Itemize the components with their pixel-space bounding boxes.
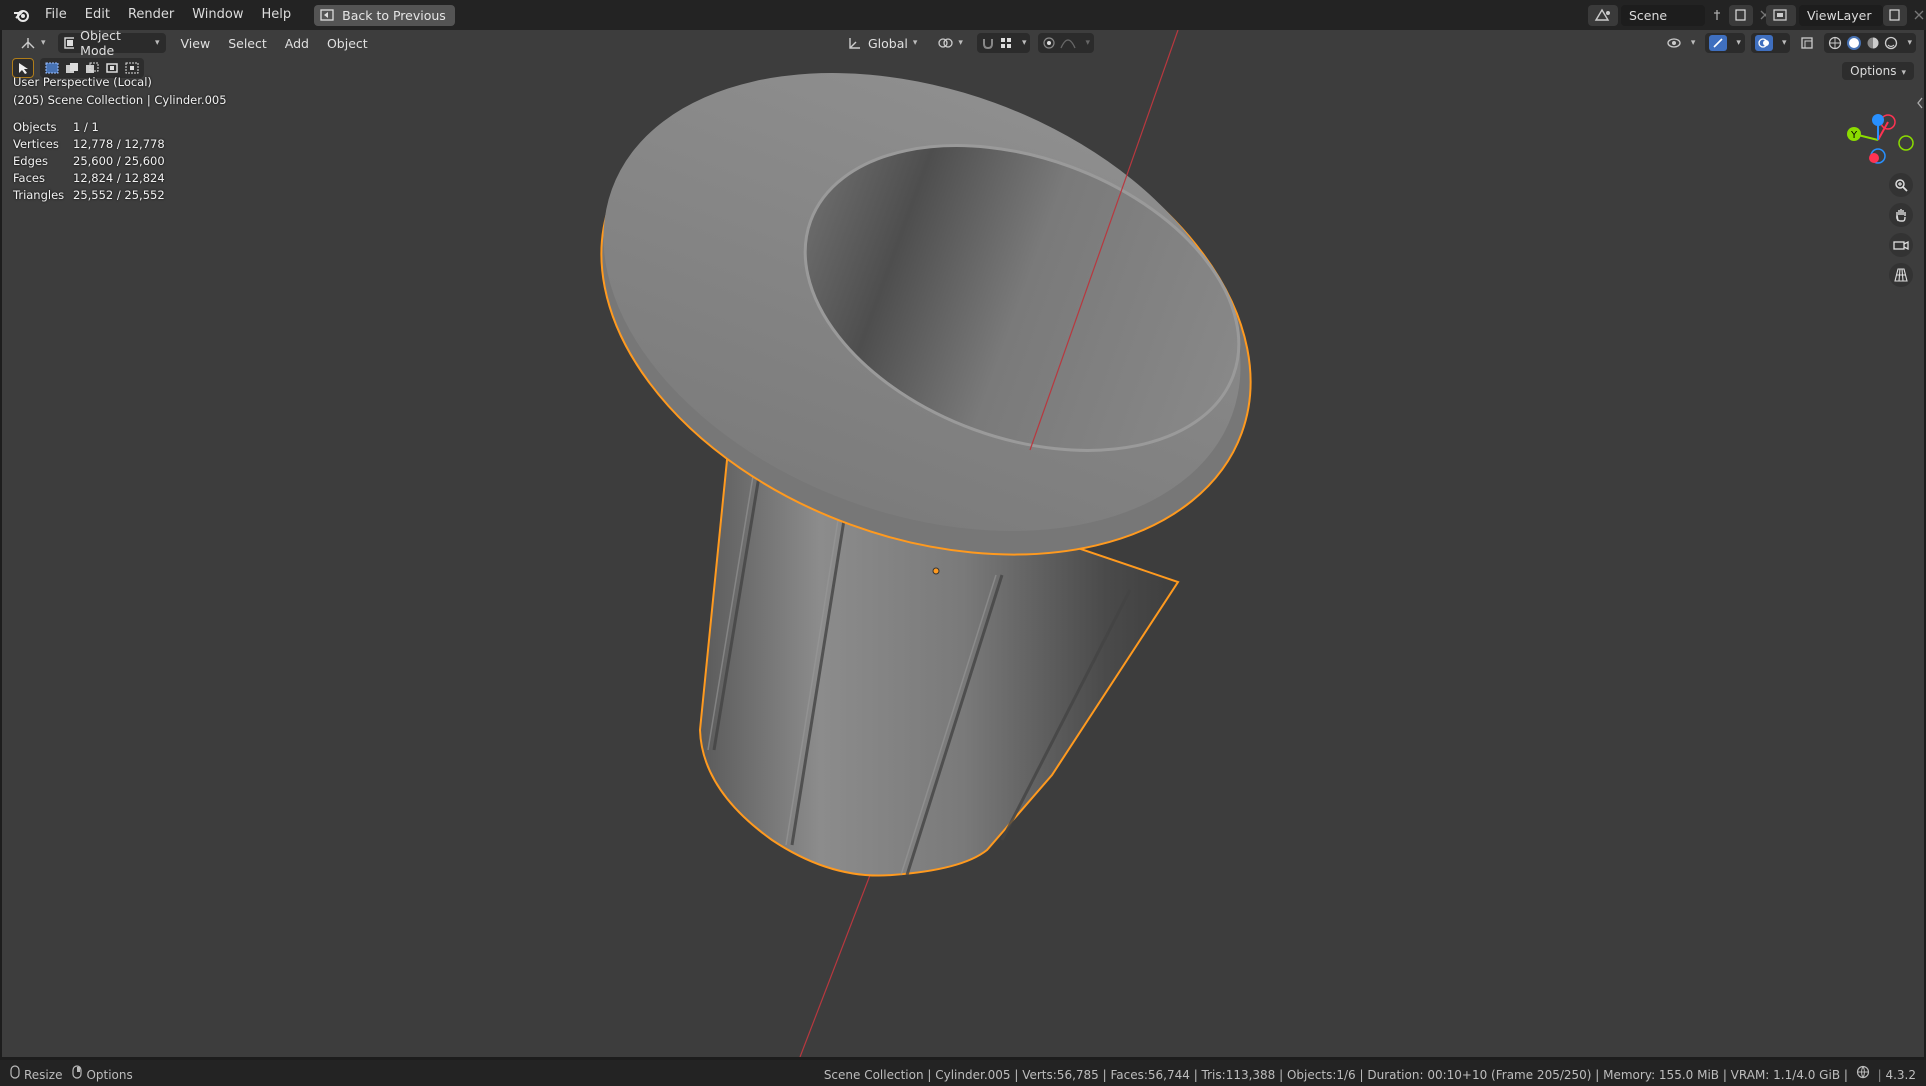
proportional-edit-icon: [1043, 37, 1056, 49]
menu-select[interactable]: Select: [219, 36, 276, 51]
scene-browse-button[interactable]: [1588, 4, 1618, 26]
overlays-icon: [1754, 35, 1773, 51]
collection-info: (205) Scene Collection | Cylinder.005: [13, 93, 227, 107]
scene-icon: [1594, 8, 1610, 21]
sidebar-toggle-icon[interactable]: [1916, 96, 1924, 110]
proportional-edit-controls[interactable]: ▾: [1038, 33, 1094, 53]
editor-type-icon: [21, 38, 35, 49]
mouse-right-icon: [72, 1064, 83, 1079]
orientation-icon: [849, 38, 860, 49]
viewport-stats-overlay: User Perspective (Local) (205) Scene Col…: [13, 73, 227, 204]
menu-add[interactable]: Add: [276, 36, 318, 51]
3d-viewport[interactable]: ▾ Object Mode ▾ View Select Add Object Gl…: [2, 30, 1924, 1057]
new-scene-icon[interactable]: [1729, 4, 1753, 26]
viewport-scene[interactable]: [2, 30, 1924, 1057]
scene-name-field[interactable]: Scene: [1621, 4, 1705, 26]
editor-type-dropdown[interactable]: ▾: [14, 33, 52, 53]
object-mode-icon: [63, 37, 75, 49]
stat-triangles: Triangles 25,552 / 25,552: [13, 188, 165, 202]
x-axis-line-lower: [799, 869, 873, 1057]
magnet-icon: [982, 39, 993, 50]
menu-edit[interactable]: Edit: [76, 0, 119, 30]
back-to-previous-button[interactable]: Back to Previous: [314, 4, 455, 26]
eye-icon: [1667, 38, 1681, 48]
scene-selector: Scene: [1588, 4, 1777, 26]
menu-render[interactable]: Render: [119, 0, 183, 30]
viewport-options-button[interactable]: Options ▾: [1842, 62, 1914, 80]
y-axis-label: Y: [1850, 130, 1858, 141]
menu-object[interactable]: Object: [318, 36, 377, 51]
menu-window[interactable]: Window: [183, 0, 252, 30]
overlays-dropdown[interactable]: ▾: [1750, 33, 1791, 53]
transform-orientation-dropdown[interactable]: Global ▾: [842, 33, 923, 53]
gizmo-dropdown[interactable]: ▾: [1705, 33, 1745, 53]
delete-view-layer-icon[interactable]: [1907, 5, 1926, 26]
new-view-layer-icon[interactable]: [1883, 4, 1907, 26]
menu-view[interactable]: View: [172, 36, 220, 51]
transform-controls: Global ▾ ▾ ▾ ▾: [842, 33, 1094, 53]
xray-toggle[interactable]: [1796, 33, 1818, 53]
navigation-gizmo[interactable]: Y: [1834, 100, 1914, 170]
screen-icon: [320, 9, 334, 21]
blender-logo-icon[interactable]: [12, 5, 32, 25]
top-bar: File Edit Render Window Help Back to Pre…: [0, 0, 1926, 30]
version-label: 4.3.2: [1885, 1067, 1916, 1082]
object-origin: [932, 567, 940, 575]
view-layer-name-field[interactable]: ViewLayer: [1799, 4, 1883, 26]
gizmo-icon: [1709, 35, 1728, 51]
solid-shading-icon[interactable]: [1846, 35, 1862, 51]
falloff-icon: [1060, 39, 1077, 49]
stat-vertices: Vertices 12,778 / 12,778: [13, 137, 165, 151]
pivot-point-dropdown[interactable]: ▾: [931, 33, 969, 53]
xray-icon: [1801, 37, 1814, 49]
back-to-previous-label: Back to Previous: [342, 7, 446, 23]
y-axis-negative-icon[interactable]: [1898, 135, 1914, 151]
view-layer-icon: [1773, 9, 1787, 21]
shading-mode-buttons[interactable]: ▾: [1824, 33, 1916, 53]
object-mode-dropdown[interactable]: Object Mode ▾: [57, 30, 166, 58]
snap-grid-icon: [1000, 38, 1011, 48]
rendered-shading-icon[interactable]: [1884, 36, 1898, 50]
menu-file[interactable]: File: [36, 0, 76, 30]
wireframe-shading-icon[interactable]: [1828, 36, 1842, 50]
pan-hand-icon[interactable]: [1889, 203, 1913, 227]
stat-edges: Edges 25,600 / 25,600: [13, 154, 165, 168]
options-hint: Options: [72, 1064, 133, 1082]
stat-objects: Objects 1 / 1: [13, 120, 99, 134]
resize-hint: Resize: [10, 1064, 62, 1082]
mouse-icon: [10, 1064, 20, 1079]
view-name: User Perspective (Local): [13, 75, 152, 89]
viewport-display-controls: ▾ ▾ ▾ ▾: [1662, 33, 1916, 53]
stat-faces: Faces 12,824 / 12,824: [13, 171, 165, 185]
viewport-header: ▾ Object Mode ▾ View Select Add Object Gl…: [2, 30, 1924, 58]
status-bar: Resize Options Scene Collection | Cylind…: [0, 1060, 1926, 1086]
pin-scene-icon[interactable]: [1705, 5, 1729, 26]
x-axis-icon[interactable]: [1869, 153, 1879, 163]
snap-controls[interactable]: ▾: [976, 33, 1031, 53]
z-axis-icon[interactable]: [1872, 114, 1884, 126]
zoom-icon[interactable]: [1889, 173, 1913, 197]
status-info: Scene Collection | Cylinder.005 | Verts:…: [824, 1065, 1916, 1082]
material-shading-icon[interactable]: [1866, 36, 1880, 50]
menu-help[interactable]: Help: [253, 0, 301, 30]
view-layer-selector: ViewLayer: [1766, 4, 1926, 26]
visibility-dropdown[interactable]: ▾: [1662, 33, 1700, 53]
pivot-icon: [938, 38, 954, 48]
camera-view-icon[interactable]: [1889, 233, 1913, 257]
perspective-toggle-icon[interactable]: [1889, 263, 1913, 287]
view-layer-browse-button[interactable]: [1766, 4, 1796, 26]
network-icon: [1856, 1065, 1870, 1079]
